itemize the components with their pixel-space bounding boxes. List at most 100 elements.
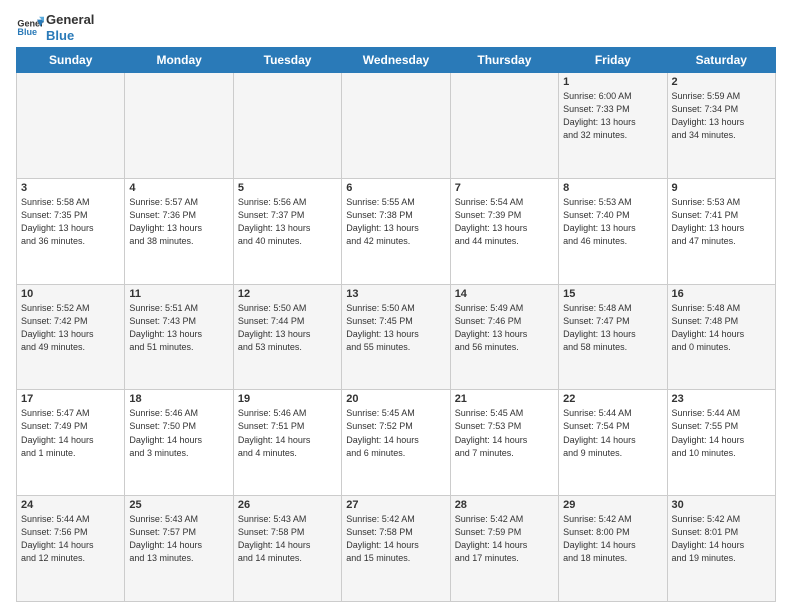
calendar-cell: 3 Sunrise: 5:58 AM Sunset: 7:35 PM Daylig… (17, 178, 125, 284)
day-number: 29 (563, 499, 662, 511)
day-info-text: Sunrise: 5:50 AM Sunset: 7:44 PM Dayligh… (238, 302, 337, 354)
day-number: 8 (563, 182, 662, 194)
day-number: 20 (346, 393, 445, 405)
calendar-cell (125, 73, 233, 179)
day-number: 6 (346, 182, 445, 194)
calendar-cell: 21 Sunrise: 5:45 AM Sunset: 7:53 PM Dayli… (450, 390, 558, 496)
svg-text:Blue: Blue (17, 27, 37, 37)
logo-text-blue: Blue (46, 28, 94, 44)
day-header-sunday: Sunday (17, 48, 125, 73)
calendar-table: SundayMondayTuesdayWednesdayThursdayFrid… (16, 47, 776, 602)
calendar-week-row: 10 Sunrise: 5:52 AM Sunset: 7:42 PM Dayli… (17, 284, 776, 390)
day-number: 16 (672, 288, 771, 300)
day-number: 28 (455, 499, 554, 511)
calendar-week-row: 1 Sunrise: 6:00 AM Sunset: 7:33 PM Daylig… (17, 73, 776, 179)
calendar-week-row: 17Sunrise: 5:47 AM Sunset: 7:49 PM Dayli… (17, 390, 776, 496)
day-number: 2 (672, 76, 771, 88)
calendar-cell: 28 Sunrise: 5:42 AM Sunset: 7:59 PM Dayli… (450, 496, 558, 602)
calendar-cell: 11 Sunrise: 5:51 AM Sunset: 7:43 PM Dayli… (125, 284, 233, 390)
calendar-cell: 23Sunrise: 5:44 AM Sunset: 7:55 PM Dayli… (667, 390, 775, 496)
day-number: 4 (129, 182, 228, 194)
day-info-text: Sunrise: 5:42 AM Sunset: 7:59 PM Dayligh… (455, 513, 554, 565)
day-info-text: Sunrise: 5:45 AM Sunset: 7:52 PM Dayligh… (346, 407, 445, 459)
day-number: 22 (563, 393, 662, 405)
day-number: 17 (21, 393, 120, 405)
calendar-cell (233, 73, 341, 179)
calendar-cell (17, 73, 125, 179)
day-info-text: Sunrise: 5:56 AM Sunset: 7:37 PM Dayligh… (238, 196, 337, 248)
logo-text-general: General (46, 12, 94, 28)
calendar-week-row: 3 Sunrise: 5:58 AM Sunset: 7:35 PM Daylig… (17, 178, 776, 284)
day-info-text: Sunrise: 5:42 AM Sunset: 8:01 PM Dayligh… (672, 513, 771, 565)
day-number: 7 (455, 182, 554, 194)
day-header-tuesday: Tuesday (233, 48, 341, 73)
calendar-cell: 29 Sunrise: 5:42 AM Sunset: 8:00 PM Dayli… (559, 496, 667, 602)
day-info-text: Sunrise: 5:55 AM Sunset: 7:38 PM Dayligh… (346, 196, 445, 248)
calendar-cell: 14Sunrise: 5:49 AM Sunset: 7:46 PM Dayli… (450, 284, 558, 390)
calendar-cell: 4Sunrise: 5:57 AM Sunset: 7:36 PM Daylig… (125, 178, 233, 284)
calendar-cell (342, 73, 450, 179)
day-info-text: Sunrise: 5:52 AM Sunset: 7:42 PM Dayligh… (21, 302, 120, 354)
day-info-text: Sunrise: 5:51 AM Sunset: 7:43 PM Dayligh… (129, 302, 228, 354)
calendar-cell: 15Sunrise: 5:48 AM Sunset: 7:47 PM Dayli… (559, 284, 667, 390)
calendar-cell: 30Sunrise: 5:42 AM Sunset: 8:01 PM Dayli… (667, 496, 775, 602)
day-info-text: Sunrise: 5:46 AM Sunset: 7:51 PM Dayligh… (238, 407, 337, 459)
day-number: 1 (563, 76, 662, 88)
header: General Blue General Blue (16, 12, 776, 43)
day-number: 19 (238, 393, 337, 405)
calendar-cell: 8 Sunrise: 5:53 AM Sunset: 7:40 PM Daylig… (559, 178, 667, 284)
day-number: 13 (346, 288, 445, 300)
calendar-cell: 25 Sunrise: 5:43 AM Sunset: 7:57 PM Dayli… (125, 496, 233, 602)
calendar-cell: 18 Sunrise: 5:46 AM Sunset: 7:50 PM Dayli… (125, 390, 233, 496)
calendar-week-row: 24 Sunrise: 5:44 AM Sunset: 7:56 PM Dayli… (17, 496, 776, 602)
calendar-cell: 27Sunrise: 5:42 AM Sunset: 7:58 PM Dayli… (342, 496, 450, 602)
day-info-text: Sunrise: 5:48 AM Sunset: 7:47 PM Dayligh… (563, 302, 662, 354)
day-info-text: Sunrise: 6:00 AM Sunset: 7:33 PM Dayligh… (563, 90, 662, 142)
day-number: 21 (455, 393, 554, 405)
day-number: 11 (129, 288, 228, 300)
calendar-cell (450, 73, 558, 179)
logo-icon: General Blue (16, 14, 44, 42)
calendar-cell: 9Sunrise: 5:53 AM Sunset: 7:41 PM Daylig… (667, 178, 775, 284)
day-header-friday: Friday (559, 48, 667, 73)
page: General Blue General Blue SundayMondayTu… (0, 0, 792, 612)
logo: General Blue General Blue (16, 12, 94, 43)
day-info-text: Sunrise: 5:54 AM Sunset: 7:39 PM Dayligh… (455, 196, 554, 248)
calendar-cell: 1 Sunrise: 6:00 AM Sunset: 7:33 PM Daylig… (559, 73, 667, 179)
day-number: 5 (238, 182, 337, 194)
calendar-cell: 24 Sunrise: 5:44 AM Sunset: 7:56 PM Dayli… (17, 496, 125, 602)
calendar-cell: 7 Sunrise: 5:54 AM Sunset: 7:39 PM Daylig… (450, 178, 558, 284)
day-info-text: Sunrise: 5:58 AM Sunset: 7:35 PM Dayligh… (21, 196, 120, 248)
day-info-text: Sunrise: 5:53 AM Sunset: 7:41 PM Dayligh… (672, 196, 771, 248)
day-header-thursday: Thursday (450, 48, 558, 73)
day-info-text: Sunrise: 5:43 AM Sunset: 7:57 PM Dayligh… (129, 513, 228, 565)
calendar-cell: 16Sunrise: 5:48 AM Sunset: 7:48 PM Dayli… (667, 284, 775, 390)
calendar-header-row: SundayMondayTuesdayWednesdayThursdayFrid… (17, 48, 776, 73)
calendar-cell: 20 Sunrise: 5:45 AM Sunset: 7:52 PM Dayli… (342, 390, 450, 496)
calendar-cell: 6 Sunrise: 5:55 AM Sunset: 7:38 PM Daylig… (342, 178, 450, 284)
day-info-text: Sunrise: 5:42 AM Sunset: 8:00 PM Dayligh… (563, 513, 662, 565)
day-number: 26 (238, 499, 337, 511)
calendar-cell: 13 Sunrise: 5:50 AM Sunset: 7:45 PM Dayli… (342, 284, 450, 390)
calendar-cell: 2Sunrise: 5:59 AM Sunset: 7:34 PM Daylig… (667, 73, 775, 179)
day-info-text: Sunrise: 5:44 AM Sunset: 7:56 PM Dayligh… (21, 513, 120, 565)
calendar-cell: 22 Sunrise: 5:44 AM Sunset: 7:54 PM Dayli… (559, 390, 667, 496)
day-info-text: Sunrise: 5:45 AM Sunset: 7:53 PM Dayligh… (455, 407, 554, 459)
day-number: 12 (238, 288, 337, 300)
day-number: 25 (129, 499, 228, 511)
day-info-text: Sunrise: 5:44 AM Sunset: 7:54 PM Dayligh… (563, 407, 662, 459)
day-info-text: Sunrise: 5:46 AM Sunset: 7:50 PM Dayligh… (129, 407, 228, 459)
day-number: 18 (129, 393, 228, 405)
day-number: 3 (21, 182, 120, 194)
day-info-text: Sunrise: 5:53 AM Sunset: 7:40 PM Dayligh… (563, 196, 662, 248)
day-header-monday: Monday (125, 48, 233, 73)
calendar-cell: 12 Sunrise: 5:50 AM Sunset: 7:44 PM Dayli… (233, 284, 341, 390)
day-number: 24 (21, 499, 120, 511)
day-number: 10 (21, 288, 120, 300)
day-info-text: Sunrise: 5:43 AM Sunset: 7:58 PM Dayligh… (238, 513, 337, 565)
calendar-cell: 5 Sunrise: 5:56 AM Sunset: 7:37 PM Daylig… (233, 178, 341, 284)
day-info-text: Sunrise: 5:44 AM Sunset: 7:55 PM Dayligh… (672, 407, 771, 459)
day-info-text: Sunrise: 5:49 AM Sunset: 7:46 PM Dayligh… (455, 302, 554, 354)
day-info-text: Sunrise: 5:50 AM Sunset: 7:45 PM Dayligh… (346, 302, 445, 354)
day-info-text: Sunrise: 5:42 AM Sunset: 7:58 PM Dayligh… (346, 513, 445, 565)
